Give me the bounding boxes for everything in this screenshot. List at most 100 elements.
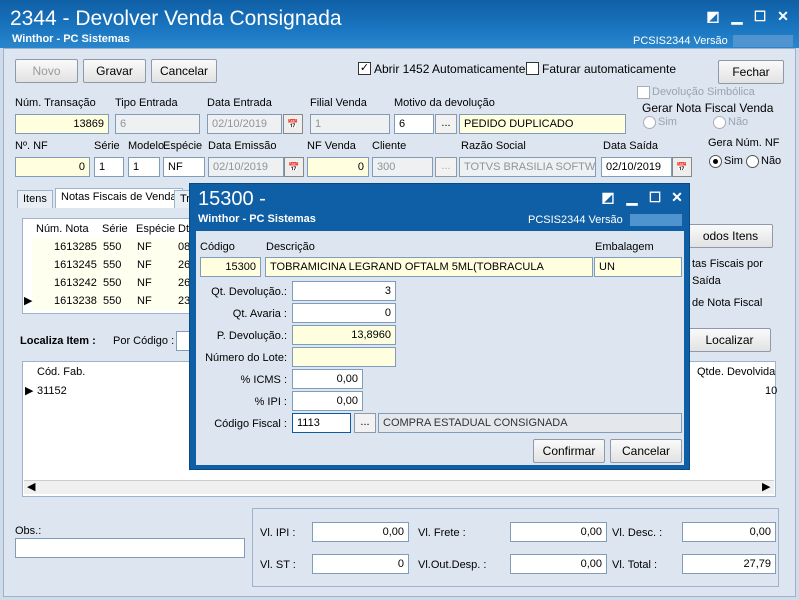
cfop-search-button[interactable]: ...	[354, 413, 376, 433]
faturar-auto-checkbox[interactable]	[526, 62, 539, 75]
qt-devolucao-input[interactable]: 3	[292, 281, 396, 301]
vl-total-label: Vl. Total :	[612, 559, 658, 571]
razao-input: TOTVS BRASILIA SOFTWARE LTD	[459, 157, 596, 177]
notes-col-nota[interactable]: Núm. Nota	[36, 223, 89, 235]
data-entrada-calendar-icon[interactable]: 📅	[283, 114, 303, 134]
tipo-entrada-select[interactable]: 6	[115, 114, 200, 134]
num-transacao-label: Núm. Transação	[15, 97, 96, 109]
vl-out-desp-input[interactable]: 0,00	[510, 554, 607, 574]
dialog-cancelar-button[interactable]: Cancelar	[610, 439, 682, 463]
localizar-button[interactable]: Localizar	[688, 328, 771, 352]
vl-ipi-label: Vl. IPI :	[260, 527, 296, 539]
p-devolucao-input[interactable]: 13,8960	[292, 325, 396, 345]
vl-ipi-input[interactable]: 0,00	[312, 522, 409, 542]
especie-input[interactable]: NF	[163, 157, 205, 177]
gerar-nf-sim-radio[interactable]	[643, 116, 656, 129]
ipi-input[interactable]: 0,00	[292, 391, 363, 411]
data-entrada-input[interactable]: 02/10/2019	[207, 114, 282, 134]
scroll-right-icon[interactable]: ▶	[762, 480, 770, 493]
motivo-search-button[interactable]: ...	[435, 114, 457, 134]
modelo-input[interactable]: 1	[128, 157, 160, 177]
vl-out-desp-label: Vl.Out.Desp. :	[418, 559, 487, 571]
vl-frete-input[interactable]: 0,00	[510, 522, 607, 542]
tab-itens[interactable]: Itens	[17, 190, 53, 208]
devolucao-simbolica-checkbox[interactable]	[637, 86, 650, 99]
restore-icon[interactable]: ◩	[705, 9, 721, 23]
notas-fiscais-por-label: tas Fiscais por	[692, 258, 763, 270]
razao-label: Razão Social	[461, 140, 526, 152]
embalagem-label: Embalagem	[595, 241, 654, 253]
row-serie: 550	[103, 277, 122, 289]
todos-itens-button[interactable]: odos Itens	[688, 224, 773, 248]
notes-col-serie[interactable]: Série	[102, 223, 128, 235]
gerar-nf-nao-radio[interactable]	[713, 116, 726, 129]
row-especie: NF	[137, 295, 152, 307]
especie-label: Espécie	[163, 140, 203, 152]
cfop-input[interactable]: 1113	[292, 413, 351, 433]
lote-input[interactable]	[292, 347, 396, 367]
devolucao-simbolica-label: Devolução Simbólica	[652, 86, 755, 98]
abrir-1452-label: Abrir 1452 Automaticamente	[374, 62, 526, 76]
filial-venda-select[interactable]: 1	[310, 114, 390, 134]
gera-num-nf-sim-radio[interactable]	[709, 155, 722, 168]
qt-devolucao-label: Qt. Devolução.:	[211, 286, 287, 298]
obs-label: Obs.:	[15, 525, 42, 537]
items-col-cod-fab[interactable]: Cód. Fab.	[37, 366, 85, 378]
nf-venda-input[interactable]: 0	[307, 157, 369, 177]
novo-button[interactable]: Novo	[15, 59, 78, 83]
dialog-maximize-icon[interactable]: ☐	[647, 190, 663, 204]
qt-avaria-label: Qt. Avaria :	[232, 308, 287, 320]
row-nota: 1613238	[54, 295, 97, 307]
data-entrada-label: Data Entrada	[207, 97, 272, 109]
scroll-left-icon[interactable]: ◀	[27, 480, 35, 493]
num-nf-input[interactable]: 0	[15, 157, 90, 177]
dialog-restore-icon[interactable]: ◩	[600, 190, 616, 204]
gera-num-nf-nao-radio[interactable]	[746, 155, 759, 168]
notes-col-dt[interactable]: Dt	[178, 223, 189, 235]
vl-desc-input[interactable]: 0,00	[682, 522, 776, 542]
icms-label: % ICMS :	[240, 374, 287, 386]
notes-col-especie[interactable]: Espécie	[136, 223, 175, 235]
obs-input[interactable]	[15, 538, 245, 558]
gravar-button[interactable]: Gravar	[83, 59, 146, 83]
gera-num-nf-nao-label: Não	[761, 155, 782, 167]
dialog-minimize-icon[interactable]: ▁	[624, 190, 640, 204]
data-saida-calendar-icon[interactable]: 📅	[672, 157, 692, 177]
confirmar-button[interactable]: Confirmar	[533, 439, 605, 463]
serie-input[interactable]: 1	[94, 157, 124, 177]
num-transacao-input[interactable]: 13869	[15, 114, 109, 134]
icms-input[interactable]: 0,00	[292, 369, 363, 389]
data-emissao-calendar-icon[interactable]: 📅	[284, 157, 304, 177]
dialog-version-block	[630, 214, 682, 226]
data-emissao-label: Data Emissão	[208, 140, 277, 152]
vl-st-label: Vl. ST :	[260, 559, 296, 571]
close-icon[interactable]: ✕	[775, 9, 791, 23]
de-nota-fiscal-label: de Nota Fiscal	[692, 297, 763, 309]
vl-total-input[interactable]: 27,79	[682, 554, 776, 574]
row-pointer-icon: ▶	[25, 385, 34, 397]
routine-version: PCSIS2344 Versão	[633, 35, 728, 47]
horizontal-scrollbar[interactable]	[24, 480, 774, 494]
qt-avaria-input[interactable]: 0	[292, 303, 396, 323]
fechar-button[interactable]: Fechar	[718, 60, 784, 84]
row-serie: 550	[103, 241, 122, 253]
cliente-input[interactable]: 300	[372, 157, 433, 177]
cliente-search-button[interactable]: ...	[435, 157, 457, 177]
vl-frete-label: Vl. Frete :	[418, 527, 466, 539]
motivo-code-input[interactable]: 6	[394, 114, 434, 134]
gerar-nf-nao-label: Não	[728, 116, 749, 128]
items-col-qtde-devolvida[interactable]: Qtde. Devolvida	[697, 366, 775, 378]
row-nota: 1613245	[54, 259, 97, 271]
data-emissao-input[interactable]: 02/10/2019	[208, 157, 284, 177]
tab-notas-fiscais[interactable]: Notas Fiscais de Venda	[55, 188, 183, 208]
abrir-1452-checkbox[interactable]: ✓	[358, 62, 371, 75]
vl-st-input[interactable]: 0	[312, 554, 409, 574]
motivo-desc-input: PEDIDO DUPLICADO	[459, 114, 626, 134]
row-serie: 550	[103, 259, 122, 271]
dialog-close-icon[interactable]: ✕	[669, 190, 685, 204]
data-saida-input[interactable]: 02/10/2019	[601, 157, 672, 177]
minimize-icon[interactable]: ▁	[729, 9, 745, 23]
codigo-input[interactable]: 15300	[200, 257, 261, 277]
cancelar-button[interactable]: Cancelar	[151, 59, 217, 83]
maximize-icon[interactable]: ☐	[752, 9, 768, 23]
